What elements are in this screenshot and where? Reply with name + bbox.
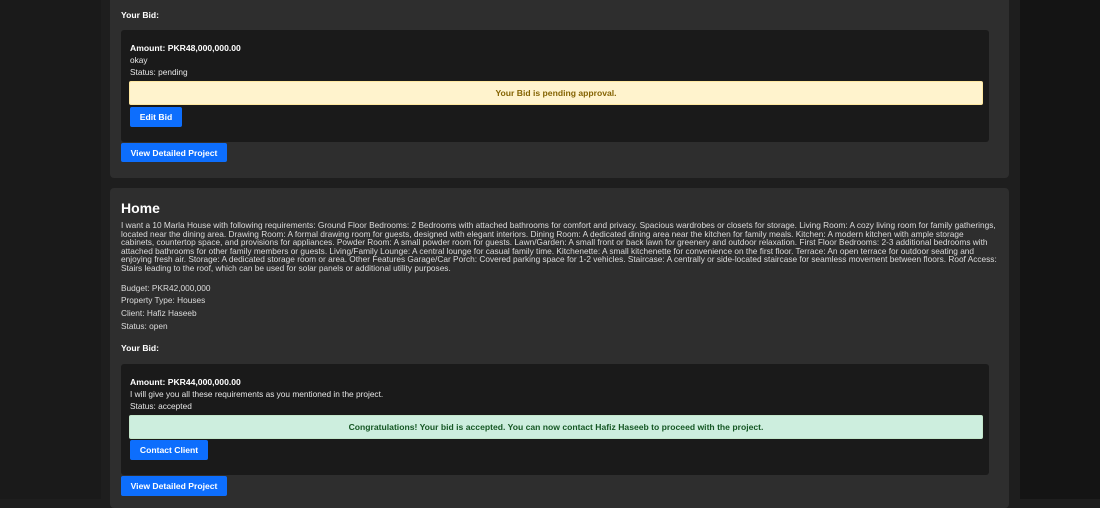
edit-bid-button[interactable]: Edit Bid — [130, 107, 182, 127]
accepted-alert: Congratulations! Your bid is accepted. Y… — [129, 415, 983, 439]
project-status: Status: open — [121, 321, 168, 331]
bid-message: okay — [130, 55, 148, 65]
project-title: Home — [121, 200, 160, 216]
bid-box: Amount: PKR48,000,000.00 okay Status: pe… — [121, 30, 989, 142]
view-detailed-project-button[interactable]: View Detailed Project — [121, 143, 227, 162]
your-bid-label: Your Bid: — [121, 10, 160, 20]
pending-alert: Your Bid is pending approval. — [129, 81, 983, 105]
your-bid-label: Your Bid: — [121, 343, 160, 353]
bid-status: Status: pending — [130, 67, 188, 77]
bid-message: I will give you all these requirements a… — [130, 389, 384, 399]
bid-amount: Amount: PKR44,000,000.00 — [130, 377, 241, 387]
bid-status: Status: accepted — [130, 401, 192, 411]
bid-amount: Amount: PKR48,000,000.00 — [130, 43, 241, 53]
project-description: I want a 10 Marla House with following r… — [121, 220, 997, 273]
bids-page: Your Bid: Amount: PKR48,000,000.00 okay … — [101, 0, 1020, 508]
left-margin — [0, 0, 101, 499]
bid-box: Amount: PKR44,000,000.00 I will give you… — [121, 364, 989, 475]
contact-client-button[interactable]: Contact Client — [130, 440, 208, 460]
project-card: Your Bid: Amount: PKR48,000,000.00 okay … — [110, 0, 1009, 178]
project-client: Client: Hafiz Haseeb — [121, 308, 197, 318]
project-card: Home I want a 10 Marla House with follow… — [110, 188, 1009, 508]
project-budget: Budget: PKR42,000,000 — [121, 283, 211, 293]
right-scroll-area — [1020, 0, 1100, 499]
view-detailed-project-button[interactable]: View Detailed Project — [121, 476, 227, 496]
project-property-type: Property Type: Houses — [121, 295, 206, 305]
